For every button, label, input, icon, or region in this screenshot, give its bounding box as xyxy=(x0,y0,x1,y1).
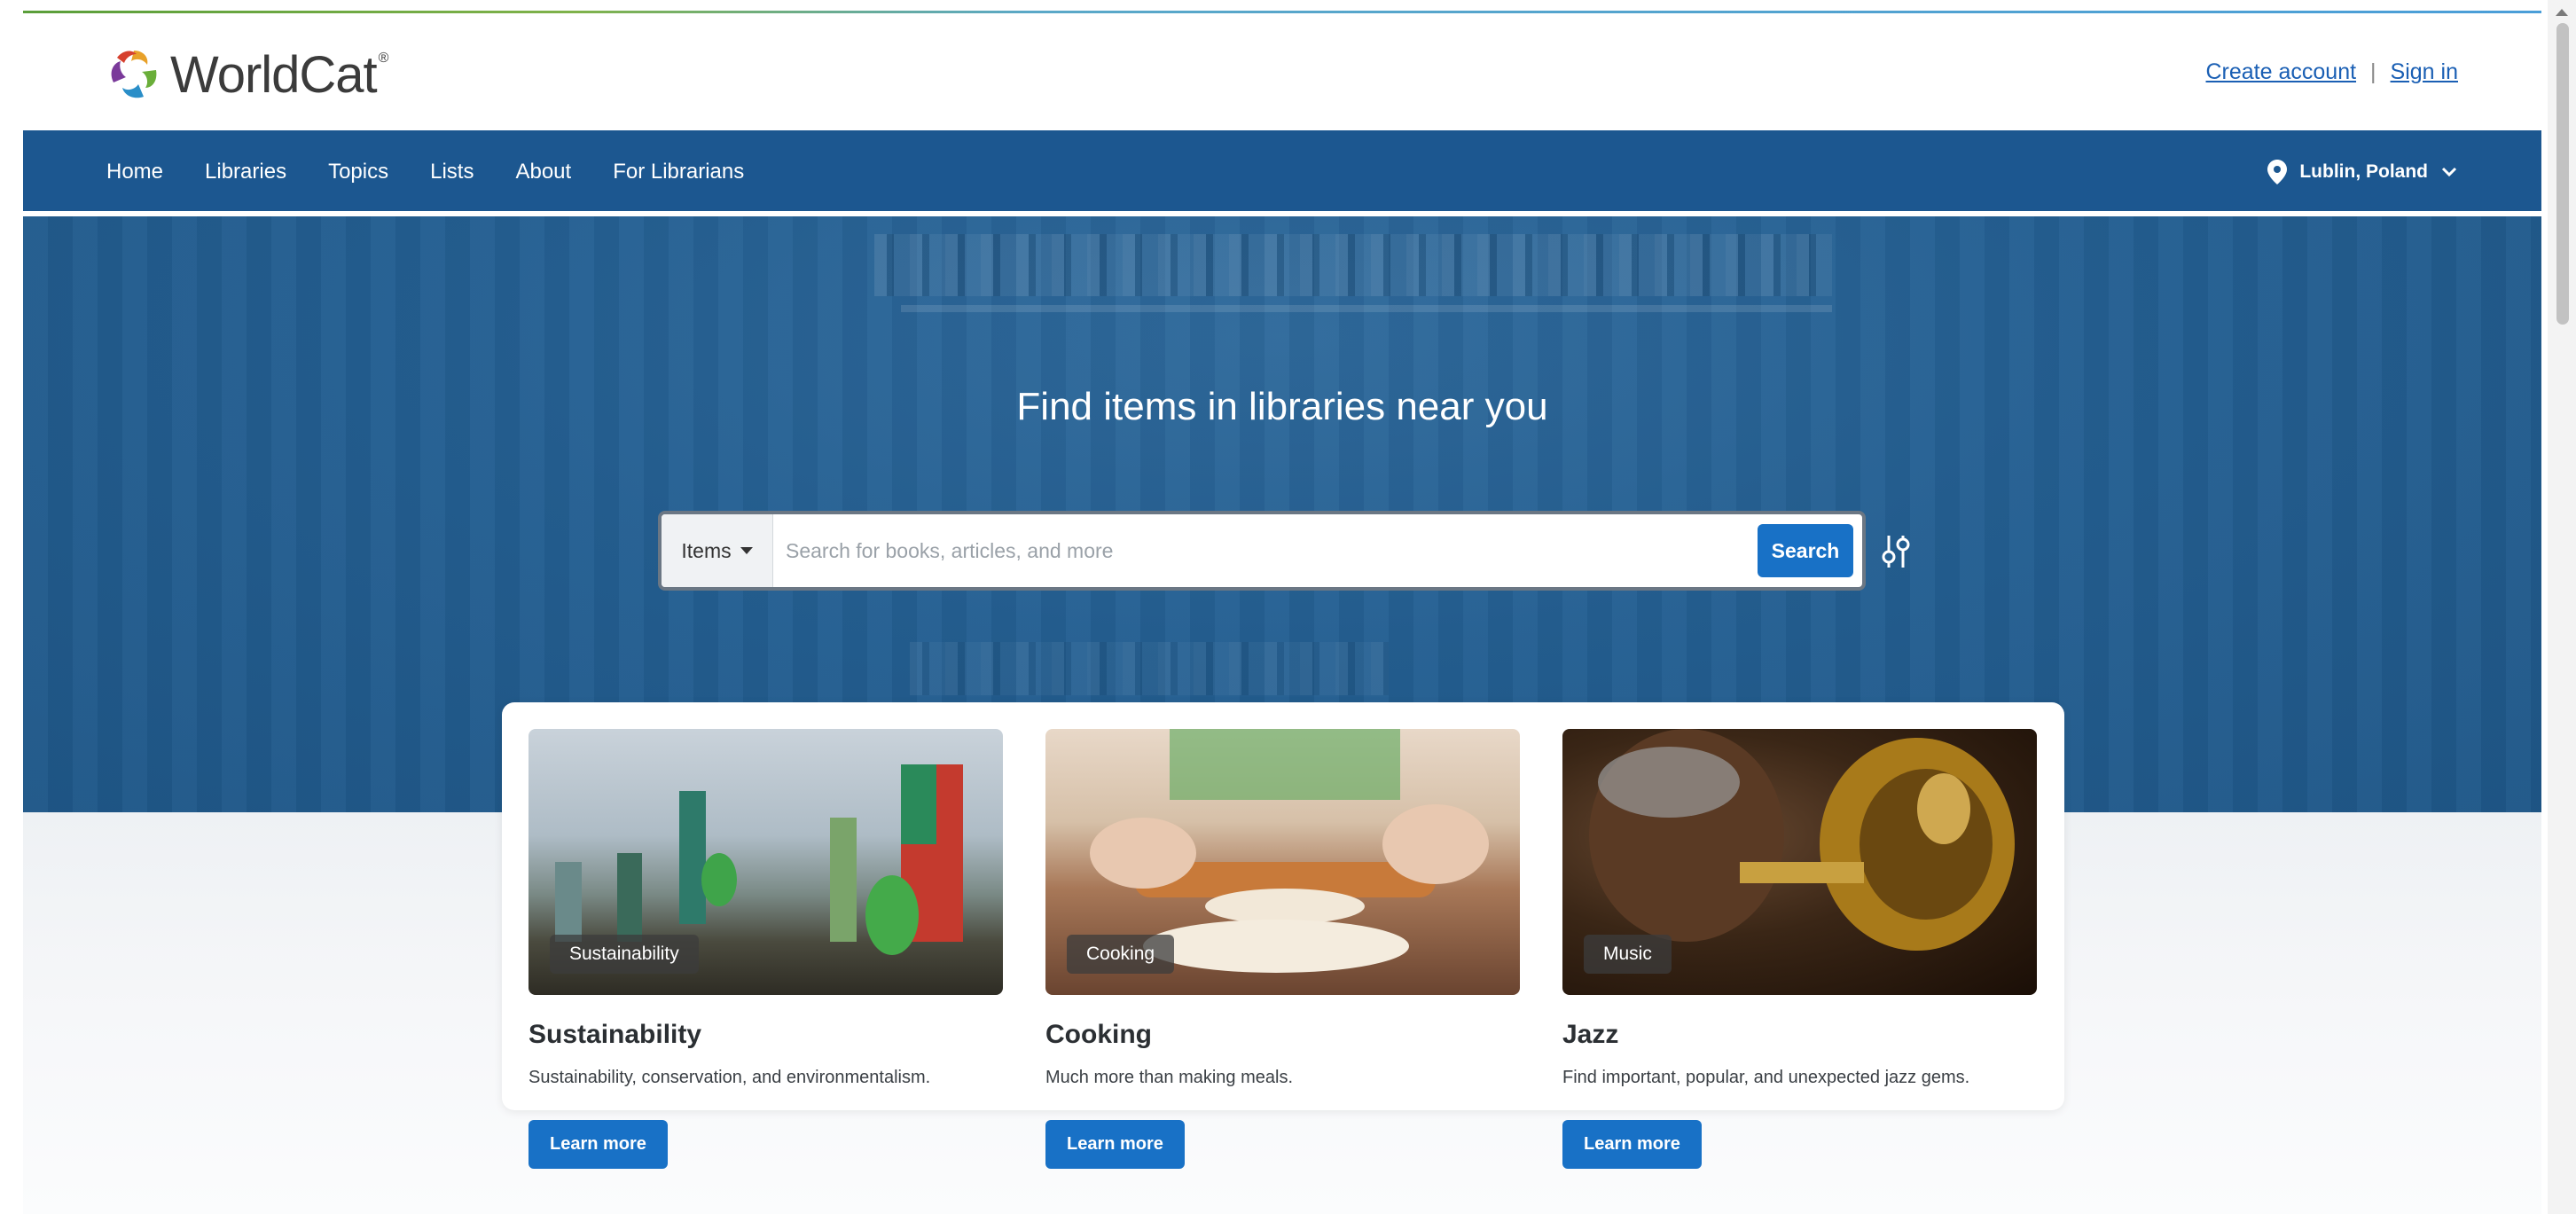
sign-in-link[interactable]: Sign in xyxy=(2391,59,2458,85)
card-description: Much more than making meals. xyxy=(1045,1068,1294,1087)
topic-card-sustainability: Sustainability Sustainability Sustainabi… xyxy=(529,729,1003,1169)
card-description: Find important, popular, and unexpected … xyxy=(1562,1068,1970,1087)
worldcat-page: WorldCat ® Create account | Sign in Home… xyxy=(23,11,2541,1214)
page-scrollbar[interactable] xyxy=(2548,0,2576,1214)
card-tag: Cooking xyxy=(1067,935,1175,974)
learn-more-button[interactable]: Learn more xyxy=(529,1120,668,1169)
map-pin-icon xyxy=(2267,160,2288,184)
card-image-jazz[interactable]: Music xyxy=(1562,729,2037,995)
card-title: Cooking xyxy=(1045,1020,1152,1049)
nav-lists[interactable]: Lists xyxy=(430,160,474,184)
card-description: Sustainability, conservation, and enviro… xyxy=(529,1068,931,1087)
card-title: Sustainability xyxy=(529,1020,702,1049)
worldcat-logo-icon xyxy=(111,51,157,98)
worldcat-logo[interactable]: WorldCat ® xyxy=(105,43,388,106)
scrollbar-thumb[interactable] xyxy=(2556,23,2569,325)
main-nav: Home Libraries Topics Lists About For Li… xyxy=(23,130,2541,214)
brand-name: WorldCat xyxy=(170,45,378,104)
card-image-cooking[interactable]: Cooking xyxy=(1045,729,1520,995)
registered-mark: ® xyxy=(378,51,389,66)
search-bar: Items Search xyxy=(658,511,1866,591)
search-type-dropdown[interactable]: Items xyxy=(662,514,773,587)
account-links: Create account | Sign in xyxy=(2206,59,2459,85)
create-account-link[interactable]: Create account xyxy=(2206,59,2357,85)
learn-more-button[interactable]: Learn more xyxy=(1045,1120,1185,1169)
chevron-down-icon xyxy=(2441,167,2457,177)
account-separator: | xyxy=(2370,59,2376,84)
card-tag: Music xyxy=(1584,935,1672,974)
card-tag: Sustainability xyxy=(550,935,699,974)
location-selector[interactable]: Lublin, Poland xyxy=(2267,130,2458,214)
topic-card-cooking: Cooking Cooking Much more than making me… xyxy=(1045,729,1520,1169)
nav-libraries[interactable]: Libraries xyxy=(205,160,286,184)
bookshelf-decoration xyxy=(910,642,1389,695)
caret-down-icon xyxy=(740,547,753,554)
card-image-sustainability[interactable]: Sustainability xyxy=(529,729,1003,995)
search-type-label: Items xyxy=(681,538,732,562)
nav-for-librarians[interactable]: For Librarians xyxy=(613,160,744,184)
location-label: Lublin, Poland xyxy=(2299,161,2428,182)
nav-items: Home Libraries Topics Lists About For Li… xyxy=(106,130,744,214)
nav-about[interactable]: About xyxy=(515,160,571,184)
advanced-search-icon[interactable] xyxy=(1878,532,1914,571)
header: WorldCat ® Create account | Sign in xyxy=(23,13,2541,130)
card-title: Jazz xyxy=(1562,1020,1619,1049)
topic-card-jazz: Music Jazz Find important, popular, and … xyxy=(1562,729,2037,1169)
search-input[interactable] xyxy=(773,514,1758,587)
bookshelf-decoration xyxy=(874,234,1832,296)
hero-title: Find items in libraries near you xyxy=(1016,385,1548,428)
shelf-bar-decoration xyxy=(901,305,1832,312)
learn-more-button[interactable]: Learn more xyxy=(1562,1120,1702,1169)
scroll-up-arrow[interactable] xyxy=(2556,9,2568,16)
nav-home[interactable]: Home xyxy=(106,160,163,184)
search-button[interactable]: Search xyxy=(1758,524,1853,577)
nav-topics[interactable]: Topics xyxy=(328,160,388,184)
